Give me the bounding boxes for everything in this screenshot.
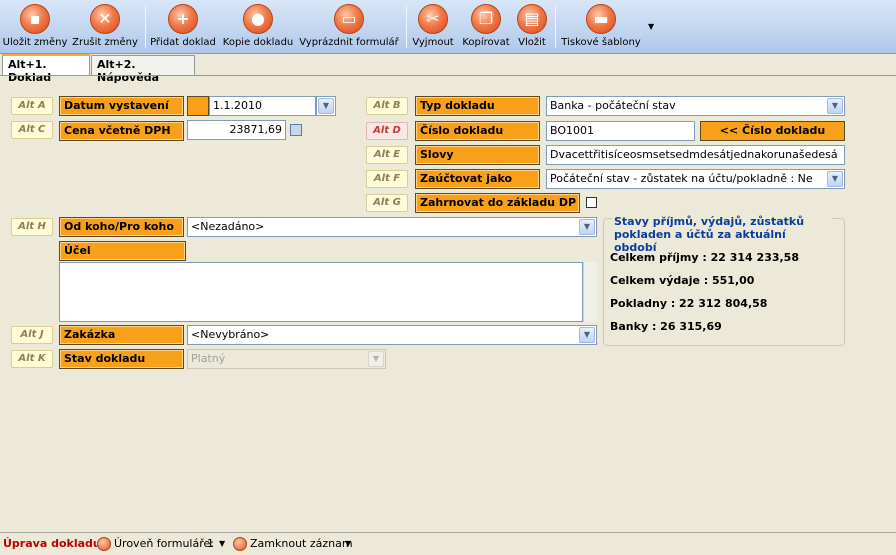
save-button[interactable]: ▪ Uložit změny: [3, 4, 67, 52]
alt-h-hint: Alt H: [11, 218, 53, 236]
toolbar-more-icon[interactable]: ▼: [648, 22, 654, 31]
cut-button[interactable]: ✂ Vyjmout: [412, 4, 454, 52]
chevron-down-icon: ▼: [368, 351, 384, 367]
status-label: Stav dokladu: [59, 349, 184, 369]
doc-type-label: Typ dokladu: [415, 96, 540, 116]
price-input[interactable]: 23871,69: [187, 120, 286, 140]
chevron-down-icon: ▼: [579, 327, 595, 343]
lock-record-dropdown-icon[interactable]: ▼: [345, 539, 351, 548]
doc-number-input[interactable]: BO1001: [546, 121, 695, 141]
trash-icon: ▭: [334, 4, 364, 34]
toolbar-separator: [406, 6, 407, 48]
account-as-label: Zaúčtovat jako: [415, 169, 540, 189]
account-as-value: Počáteční stav - zůstatek na účtu/poklad…: [550, 172, 813, 185]
alt-f-hint: Alt F: [366, 170, 408, 188]
order-value: <Nevybráno>: [191, 328, 270, 341]
copy-button[interactable]: ❐ Kopírovat: [462, 4, 510, 52]
add-document-button[interactable]: + Přidat doklad: [150, 4, 216, 52]
alt-b-hint: Alt B: [366, 97, 408, 115]
tab-help[interactable]: Alt+2. Nápověda: [91, 55, 195, 84]
alt-e-hint: Alt E: [366, 146, 408, 164]
from-to-value: <Nezadáno>: [191, 220, 265, 233]
toolbar: ▪ Uložit změny ✕ Zrušit změny + Přidat d…: [0, 0, 896, 54]
save-icon: ▪: [20, 4, 50, 34]
lock-icon: [233, 537, 247, 551]
print-templates-button[interactable]: ▬ Tiskové šablony: [561, 4, 641, 52]
purpose-label: Účel: [59, 241, 186, 261]
include-tax-label: Zahrnovat do základu DP: [415, 193, 580, 213]
scissors-icon: ✂: [418, 4, 448, 34]
summary-banks: Banky : 26 315,69: [610, 320, 722, 333]
doc-number-label: Číslo dokladu: [415, 121, 540, 141]
plus-icon: +: [168, 4, 198, 34]
date-label: Datum vystavení: [59, 96, 184, 116]
purpose-scrollbar[interactable]: [583, 262, 597, 322]
chevron-down-icon: ▼: [827, 98, 843, 114]
alt-a-hint: Alt A: [11, 97, 53, 115]
lock-record-button[interactable]: Zamknout záznam: [250, 537, 353, 550]
form-level-label: Úroveň formuláře:: [114, 537, 214, 550]
doc-type-select[interactable]: Banka - počáteční stav ▼: [546, 96, 845, 116]
summary-title: Stavy příjmů, výdajů, zůstatků pokladen …: [612, 215, 832, 254]
summary-cash: Pokladny : 22 312 804,58: [610, 297, 768, 310]
summary-expenses: Celkem výdaje : 551,00: [610, 274, 755, 287]
calculator-icon[interactable]: [290, 124, 302, 136]
price-label: Cena včetně DPH: [59, 121, 184, 141]
summary-panel: Stavy příjmů, výdajů, zůstatků pokladen …: [603, 215, 845, 346]
cancel-button[interactable]: ✕ Zrušit změny: [72, 4, 138, 52]
form-level-value[interactable]: 1: [207, 537, 214, 550]
status-value: Platný: [191, 352, 226, 365]
form-level-icon: [97, 537, 111, 551]
date-input[interactable]: 1.1.2010: [209, 96, 316, 116]
from-to-label: Od koho/Pro koho: [59, 217, 184, 237]
toolbar-separator: [555, 6, 556, 48]
include-tax-checkbox[interactable]: [586, 197, 597, 208]
account-as-select[interactable]: Počáteční stav - zůstatek na účtu/poklad…: [546, 169, 845, 189]
words-input[interactable]: Dvacettřitisíceosmsetsedmdesátjednakorun…: [546, 145, 845, 165]
status-title: Úprava dokladu: [3, 537, 101, 550]
alt-c-hint: Alt C: [11, 121, 53, 139]
divider: [0, 75, 896, 76]
summary-income: Celkem příjmy : 22 314 233,58: [610, 251, 799, 264]
order-label: Zakázka: [59, 325, 184, 345]
words-label: Slovy: [415, 145, 540, 165]
chevron-down-icon: ▼: [579, 219, 595, 235]
paste-icon: ▤: [517, 4, 547, 34]
order-select[interactable]: <Nevybráno> ▼: [187, 325, 597, 345]
copy-document-button[interactable]: ● Kopie dokladu: [223, 4, 293, 52]
alt-d-hint: Alt D: [366, 122, 408, 140]
status-select: Platný ▼: [187, 349, 386, 369]
printer-icon: ▬: [586, 4, 616, 34]
cancel-icon: ✕: [90, 4, 120, 34]
tab-document[interactable]: Alt+1. Doklad: [2, 54, 90, 84]
copy-icon: ❐: [471, 4, 501, 34]
doc-type-value: Banka - počáteční stav: [550, 99, 676, 112]
alt-g-hint: Alt G: [366, 194, 408, 212]
alt-k-hint: Alt K: [11, 350, 53, 368]
toolbar-separator: [145, 6, 146, 48]
form-level-dropdown-icon[interactable]: ▼: [219, 539, 225, 548]
chevron-down-icon: ▼: [827, 171, 843, 187]
doc-number-button[interactable]: << Číslo dokladu: [700, 121, 845, 141]
alt-j-hint: Alt J: [11, 326, 53, 344]
status-bar: Úprava dokladu Úroveň formuláře: 1 ▼ Zam…: [0, 532, 896, 555]
clear-form-button[interactable]: ▭ Vyprázdnit formulář: [299, 4, 399, 52]
date-picker-dropdown[interactable]: ▼: [316, 96, 336, 116]
date-required-marker: [187, 96, 209, 116]
paste-button[interactable]: ▤ Vložit: [517, 4, 547, 52]
chevron-down-icon: ▼: [318, 98, 334, 114]
tab-strip: Alt+1. Doklad Alt+2. Nápověda: [0, 54, 896, 84]
users-icon: ●: [243, 4, 273, 34]
from-to-select[interactable]: <Nezadáno> ▼: [187, 217, 597, 237]
purpose-textarea[interactable]: [59, 262, 583, 322]
